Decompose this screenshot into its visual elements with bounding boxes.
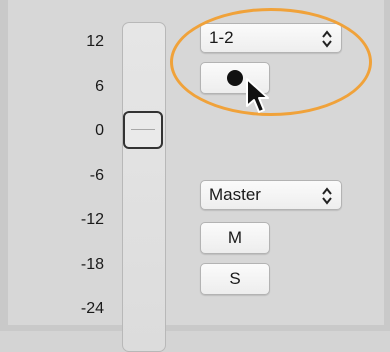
solo-button-label: S xyxy=(229,269,241,288)
mouse-pointer-icon xyxy=(246,78,269,113)
up-down-chevron-icon xyxy=(322,187,332,205)
mute-button-label: M xyxy=(227,228,243,247)
db-scale: 12 6 0 -6 -12 -18 -24 xyxy=(0,0,112,331)
db-tick: 6 xyxy=(95,78,104,95)
output-select-value: Master xyxy=(209,185,261,204)
db-tick: -6 xyxy=(89,167,104,184)
db-tick: 0 xyxy=(95,122,104,139)
volume-fader-handle[interactable] xyxy=(123,111,163,149)
solo-button[interactable]: S xyxy=(200,263,270,295)
db-tick: -24 xyxy=(80,300,104,317)
db-tick: 12 xyxy=(86,33,104,50)
mute-button[interactable]: M xyxy=(200,222,270,254)
right-edge xyxy=(384,0,390,331)
volume-fader-track[interactable] xyxy=(122,22,166,352)
db-tick: -12 xyxy=(80,211,104,228)
output-select[interactable]: Master xyxy=(200,180,342,210)
db-tick: -18 xyxy=(80,256,104,273)
